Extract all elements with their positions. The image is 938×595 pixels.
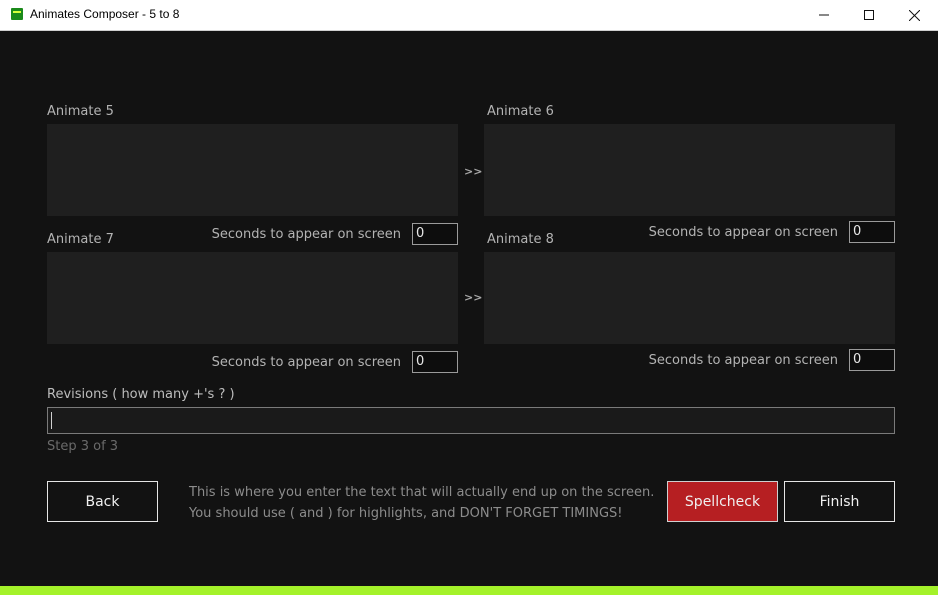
animate-5-label: Animate 5 bbox=[47, 104, 114, 119]
animate-5-textarea[interactable] bbox=[47, 124, 458, 216]
arrow-5-to-6: >> bbox=[464, 165, 483, 178]
close-button[interactable] bbox=[891, 0, 937, 30]
animate-7-label: Animate 7 bbox=[47, 232, 114, 247]
minimize-icon bbox=[819, 14, 829, 16]
animate-8-seconds-label: Seconds to appear on screen bbox=[648, 353, 838, 368]
window-title: Animates Composer - 5 to 8 bbox=[30, 7, 180, 21]
finish-button[interactable]: Finish bbox=[784, 481, 895, 522]
animate-6-label: Animate 6 bbox=[487, 104, 554, 119]
text-caret bbox=[51, 412, 52, 429]
animate-6-seconds-input[interactable]: 0 bbox=[849, 221, 895, 243]
animate-8-seconds-input[interactable]: 0 bbox=[849, 349, 895, 371]
animate-8-textarea[interactable] bbox=[484, 252, 895, 344]
maximize-button[interactable] bbox=[846, 0, 892, 30]
app-icon bbox=[11, 8, 23, 20]
animate-5-seconds-input[interactable]: 0 bbox=[412, 223, 458, 245]
instructions-line-2: You should use ( and ) for highlights, a… bbox=[189, 506, 623, 521]
arrow-7-to-8: >> bbox=[464, 291, 483, 304]
minimize-button[interactable] bbox=[801, 0, 847, 30]
revisions-label: Revisions ( how many +'s ? ) bbox=[47, 387, 235, 402]
animate-7-seconds-label: Seconds to appear on screen bbox=[211, 355, 401, 370]
title-bar: Animates Composer - 5 to 8 bbox=[0, 0, 938, 31]
back-button[interactable]: Back bbox=[47, 481, 158, 522]
revisions-input[interactable] bbox=[47, 407, 895, 434]
animate-6-textarea[interactable] bbox=[484, 124, 895, 216]
instructions-line-1: This is where you enter the text that wi… bbox=[189, 485, 655, 500]
instructions-text: This is where you enter the text that wi… bbox=[189, 482, 654, 524]
spellcheck-button[interactable]: Spellcheck bbox=[667, 481, 778, 522]
animate-5-seconds-label: Seconds to appear on screen bbox=[211, 227, 401, 242]
maximize-icon bbox=[864, 10, 874, 20]
animate-7-textarea[interactable] bbox=[47, 252, 458, 344]
animate-8-label: Animate 8 bbox=[487, 232, 554, 247]
animate-6-seconds-label: Seconds to appear on screen bbox=[648, 225, 838, 240]
animate-7-seconds-input[interactable]: 0 bbox=[412, 351, 458, 373]
step-indicator: Step 3 of 3 bbox=[47, 439, 119, 454]
bottom-accent-bar bbox=[0, 586, 938, 595]
close-icon bbox=[908, 9, 920, 21]
